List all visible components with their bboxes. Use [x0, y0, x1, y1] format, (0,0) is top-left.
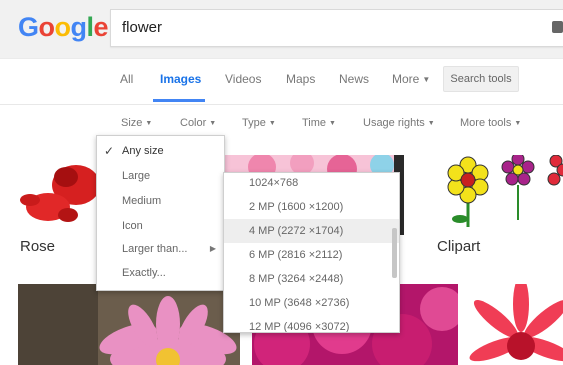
filter-time[interactable]: Time ▼ — [302, 117, 336, 129]
filter-usage-rights-label: Usage rights — [363, 117, 425, 129]
larger-than-option-label: 6 MP (2816 ×2112) — [249, 249, 343, 261]
chevron-down-icon: ▼ — [145, 120, 153, 127]
active-tab-indicator — [153, 99, 205, 102]
size-option-exactly[interactable]: Exactly... — [97, 261, 224, 285]
size-option-icon[interactable]: Icon — [97, 214, 224, 238]
larger-than-option-4mp[interactable]: 4 MP (2272 ×1704) — [224, 219, 399, 243]
size-option-larger-than-label: Larger than... — [122, 243, 188, 255]
tab-more[interactable]: More ▼ — [392, 72, 430, 86]
filter-more-tools-label: More tools — [460, 117, 512, 129]
chevron-down-icon: ▼ — [209, 120, 217, 127]
size-option-any-label: Any size — [122, 145, 164, 157]
search-tools-button[interactable]: Search tools — [443, 66, 519, 92]
logo-letter-o2: o — [54, 12, 72, 42]
larger-than-option-label: 4 MP (2272 ×1704) — [249, 225, 344, 237]
chevron-down-icon: ▼ — [329, 120, 336, 127]
logo-letter-g2: g — [70, 12, 88, 42]
tab-news[interactable]: News — [339, 72, 369, 86]
tab-images[interactable]: Images — [160, 72, 201, 86]
checkmark-icon: ✓ — [104, 144, 115, 158]
logo-letter-l: l — [86, 12, 95, 42]
result-caption-clipart[interactable]: Clipart — [437, 238, 480, 255]
result-caption-rose[interactable]: Rose — [20, 238, 55, 255]
larger-than-option-label: 10 MP (3648 ×2736) — [249, 297, 350, 309]
tab-more-label: More — [392, 72, 420, 86]
size-option-medium-label: Medium — [122, 195, 162, 207]
larger-than-option-2mp[interactable]: 2 MP (1600 ×1200) — [224, 195, 399, 219]
filter-type-label: Type — [242, 117, 266, 129]
size-option-any[interactable]: ✓ Any size — [97, 139, 224, 163]
camera-icon[interactable] — [552, 21, 563, 33]
result-image-clipart[interactable] — [436, 155, 563, 235]
filter-usage-rights[interactable]: Usage rights ▼ — [363, 117, 435, 129]
filter-more-tools[interactable]: More tools ▼ — [460, 117, 521, 129]
tabs-divider — [0, 104, 563, 105]
result-image-gerbera[interactable] — [466, 284, 563, 365]
search-input[interactable]: flower — [110, 9, 563, 47]
submenu-scrollbar[interactable] — [392, 228, 397, 278]
size-dropdown-menu: ✓ Any size Large Medium Icon Larger than… — [96, 135, 225, 291]
larger-than-option-label: 8 MP (3264 ×2448) — [249, 273, 344, 285]
size-option-icon-label: Icon — [122, 220, 143, 232]
search-query-text: flower — [122, 19, 163, 36]
size-option-exactly-label: Exactly... — [122, 267, 166, 279]
header-bar: Google flower — [0, 0, 563, 59]
google-logo[interactable]: Google — [18, 12, 109, 43]
size-option-large[interactable]: Large — [97, 164, 224, 188]
logo-letter-g: G — [18, 12, 39, 42]
larger-than-option-6mp[interactable]: 6 MP (2816 ×2112) — [224, 243, 399, 267]
filter-color-label: Color — [180, 117, 207, 129]
chevron-down-icon: ▼ — [427, 120, 435, 127]
gerbera-image — [466, 284, 563, 365]
size-option-larger-than[interactable]: Larger than... ▶ — [97, 237, 224, 261]
tab-videos[interactable]: Videos — [225, 72, 261, 86]
size-option-large-label: Large — [122, 170, 151, 182]
filter-type[interactable]: Type ▼ — [242, 117, 276, 129]
chevron-down-icon: ▼ — [514, 120, 522, 127]
larger-than-option-label: 1024×768 — [249, 177, 299, 189]
filter-size-label: Size — [121, 117, 143, 129]
larger-than-option-8mp[interactable]: 8 MP (3264 ×2448) — [224, 267, 399, 291]
filter-size[interactable]: Size ▼ — [121, 117, 152, 129]
tab-all[interactable]: All — [120, 72, 133, 86]
chevron-right-icon: ▶ — [209, 244, 216, 253]
pink-daisy-image — [18, 284, 240, 365]
logo-letter-o1: o — [38, 12, 56, 42]
larger-than-option-label: 12 MP (4096 ×3072) — [249, 321, 350, 333]
rose-image — [20, 165, 98, 222]
chevron-down-icon: ▼ — [422, 75, 431, 84]
larger-than-option-1024x768[interactable]: 1024×768 — [224, 173, 399, 195]
tab-maps[interactable]: Maps — [286, 72, 315, 86]
larger-than-option-label: 2 MP (1600 ×1200) — [249, 201, 344, 213]
larger-than-option-12mp[interactable]: 12 MP (4096 ×3072) — [224, 315, 399, 333]
filter-time-label: Time — [302, 117, 327, 129]
filter-color[interactable]: Color ▼ — [180, 117, 216, 129]
result-image-pink-daisy[interactable] — [18, 284, 240, 365]
clipart-flowers-image — [447, 155, 563, 227]
larger-than-submenu: 1024×768 2 MP (1600 ×1200) 4 MP (2272 ×1… — [223, 172, 400, 333]
logo-letter-e: e — [93, 12, 109, 42]
chevron-down-icon: ▼ — [268, 120, 276, 127]
size-option-medium[interactable]: Medium — [97, 189, 224, 213]
result-image-rose[interactable] — [18, 155, 98, 235]
larger-than-option-10mp[interactable]: 10 MP (3648 ×2736) — [224, 291, 399, 315]
